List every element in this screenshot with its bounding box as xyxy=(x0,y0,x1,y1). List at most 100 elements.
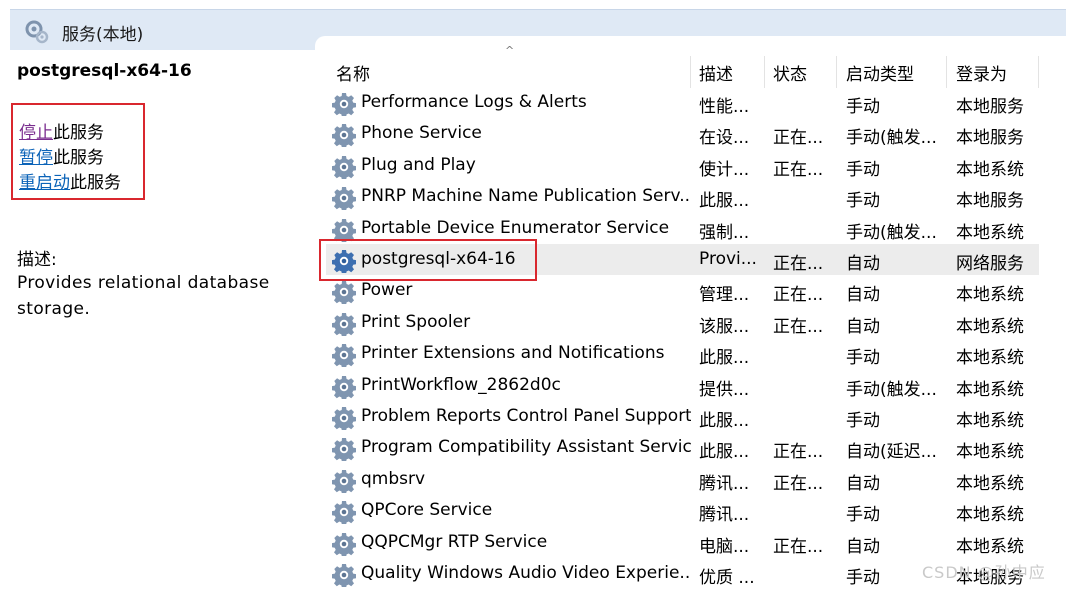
service-name-cell: Power xyxy=(361,280,413,300)
service-log-on-as-cell: 本地服务 xyxy=(956,191,1024,211)
service-log-on-as-cell: 本地系统 xyxy=(956,442,1024,462)
gear-icon xyxy=(331,406,357,432)
table-row[interactable]: Problem Reports Control Panel Support 此服.… xyxy=(326,401,1039,432)
action-stop: 停止此服务 xyxy=(19,118,104,143)
table-row[interactable]: qmbsrv 腾讯... 正在... 自动 本地系统 xyxy=(326,464,1039,495)
service-description-cell: 使计... xyxy=(699,160,750,180)
gear-icon xyxy=(331,186,357,212)
column-divider[interactable] xyxy=(836,56,837,88)
service-name-cell: QPCore Service xyxy=(361,500,493,520)
service-status-cell: 正在... xyxy=(773,537,824,557)
service-startup-type-cell: 手动 xyxy=(846,505,880,525)
pause-link[interactable]: 暂停 xyxy=(19,148,53,168)
service-startup-type-cell: 自动 xyxy=(846,254,880,274)
gear-icon xyxy=(331,343,357,369)
service-log-on-as-cell: 本地服务 xyxy=(956,128,1024,148)
gear-icon xyxy=(331,500,357,526)
gear-icon xyxy=(331,280,357,306)
column-divider[interactable] xyxy=(764,56,765,88)
service-name-cell: Print Spooler xyxy=(361,312,471,332)
service-status-cell: 正在... xyxy=(773,128,824,148)
gear-icon xyxy=(331,123,357,149)
service-actions: 停止此服务 暂停此服务 重启动此服务 xyxy=(11,103,145,200)
services-icon xyxy=(25,20,49,44)
table-row[interactable]: Phone Service 在设... 正在... 手动(触发... 本地服务 xyxy=(326,118,1039,149)
service-startup-type-cell: 自动 xyxy=(846,317,880,337)
header-log-on-as[interactable]: 登录为 xyxy=(956,60,1007,85)
service-startup-type-cell: 手动 xyxy=(846,348,880,368)
service-log-on-as-cell: 本地系统 xyxy=(956,505,1024,525)
gear-icon xyxy=(331,532,357,558)
table-row[interactable]: PrintWorkflow_2862d0c 提供... 手动(触发... 本地系统 xyxy=(326,370,1039,401)
service-startup-type-cell: 自动 xyxy=(846,285,880,305)
gear-icon xyxy=(331,155,357,181)
window-title: 服务(本地) xyxy=(62,25,144,45)
service-startup-type-cell: 自动 xyxy=(846,537,880,557)
column-divider[interactable] xyxy=(1038,56,1039,88)
service-status-cell: 正在... xyxy=(773,254,824,274)
restart-link[interactable]: 重启动 xyxy=(19,173,70,193)
service-startup-type-cell: 手动(触发... xyxy=(846,128,937,148)
service-log-on-as-cell: 本地系统 xyxy=(956,317,1024,337)
gear-icon xyxy=(331,312,357,338)
service-status-cell: 正在... xyxy=(773,317,824,337)
watermark: CSDN @孙中应 xyxy=(922,563,1046,582)
service-startup-type-cell: 自动(延迟... xyxy=(846,442,937,462)
service-name-cell: PNRP Machine Name Publication Serv... xyxy=(361,186,691,206)
service-startup-type-cell: 手动 xyxy=(846,191,880,211)
service-log-on-as-cell: 网络服务 xyxy=(956,254,1024,274)
service-name-cell: Plug and Play xyxy=(361,155,476,175)
service-description-cell: 腾讯... xyxy=(699,474,750,494)
table-row[interactable]: Program Compatibility Assistant Service 此… xyxy=(326,432,1039,463)
service-log-on-as-cell: 本地系统 xyxy=(956,285,1024,305)
column-header-row: 名称 描述 状态 启动类型 登录为 xyxy=(326,56,1039,88)
gear-icon xyxy=(331,92,357,118)
service-log-on-as-cell: 本地系统 xyxy=(956,411,1024,431)
gear-icon xyxy=(331,375,357,401)
description-label: 描述: xyxy=(17,250,57,270)
service-status-cell: 正在... xyxy=(773,160,824,180)
table-row[interactable]: Performance Logs & Alerts 性能... 手动 本地服务 xyxy=(326,87,1039,118)
selection-highlight-box xyxy=(319,239,537,281)
service-description-cell: Provi... xyxy=(699,249,757,269)
gear-icon xyxy=(331,437,357,463)
service-startup-type-cell: 手动 xyxy=(846,97,880,117)
service-log-on-as-cell: 本地系统 xyxy=(956,160,1024,180)
column-divider[interactable] xyxy=(946,56,947,88)
service-name-cell: Printer Extensions and Notifications xyxy=(361,343,665,363)
service-name-cell: Problem Reports Control Panel Support xyxy=(361,406,691,426)
service-startup-type-cell: 自动 xyxy=(846,474,880,494)
header-status[interactable]: 状态 xyxy=(773,60,807,85)
service-name-cell: Program Compatibility Assistant Service xyxy=(361,437,691,457)
action-pause-suffix: 此服务 xyxy=(53,148,104,168)
column-divider[interactable] xyxy=(690,56,691,88)
table-row[interactable]: QQPCMgr RTP Service 电脑... 正在... 自动 本地系统 xyxy=(326,527,1039,558)
service-description-cell: 优质 ... xyxy=(699,568,755,588)
header-description[interactable]: 描述 xyxy=(699,60,733,85)
stop-link[interactable]: 停止 xyxy=(19,123,53,143)
selected-service-name: postgresql-x64-16 xyxy=(17,61,192,81)
service-name-cell: Portable Device Enumerator Service xyxy=(361,218,670,238)
table-row[interactable]: Print Spooler 该服... 正在... 自动 本地系统 xyxy=(326,307,1039,338)
header-startup-type[interactable]: 启动类型 xyxy=(846,60,914,85)
service-description-cell: 此服... xyxy=(699,191,750,211)
action-restart-suffix: 此服务 xyxy=(70,173,121,193)
service-name-cell: PrintWorkflow_2862d0c xyxy=(361,375,561,395)
table-row[interactable]: Printer Extensions and Notifications 此服..… xyxy=(326,338,1039,369)
service-log-on-as-cell: 本地系统 xyxy=(956,537,1024,557)
service-description-cell: 此服... xyxy=(699,348,750,368)
service-description-cell: 性能... xyxy=(699,97,750,117)
table-row[interactable]: Plug and Play 使计... 正在... 手动 本地系统 xyxy=(326,150,1039,181)
service-description-cell: 提供... xyxy=(699,380,750,400)
service-log-on-as-cell: 本地系统 xyxy=(956,348,1024,368)
action-pause: 暂停此服务 xyxy=(19,143,104,168)
service-startup-type-cell: 手动(触发... xyxy=(846,223,937,243)
service-startup-type-cell: 手动 xyxy=(846,160,880,180)
table-row[interactable]: QPCore Service 腾讯... 手动 本地系统 xyxy=(326,495,1039,526)
service-name-cell: Phone Service xyxy=(361,123,482,143)
service-description-cell: 该服... xyxy=(699,317,750,337)
description-text: Provides relational database storage. xyxy=(17,273,270,319)
header-name[interactable]: 名称 xyxy=(336,60,370,85)
service-description-cell: 此服... xyxy=(699,442,750,462)
table-row[interactable]: PNRP Machine Name Publication Serv... 此服.… xyxy=(326,181,1039,212)
